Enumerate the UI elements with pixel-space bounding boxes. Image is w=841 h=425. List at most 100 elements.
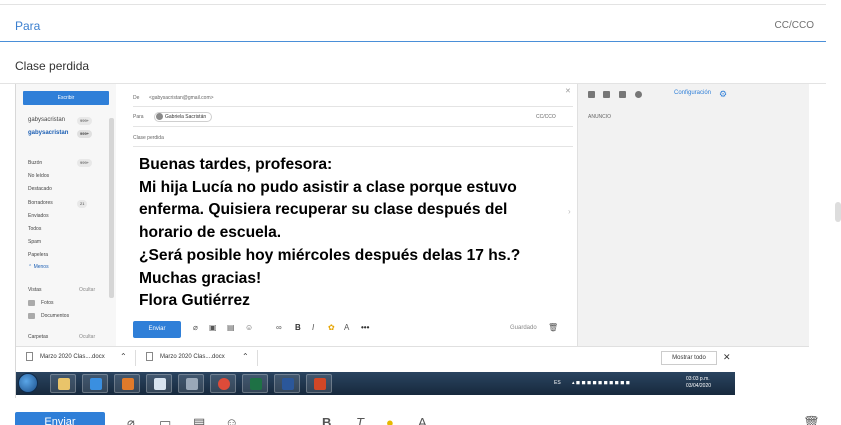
image-icon[interactable]: ▭: [159, 415, 171, 425]
body-line: horario de escuela.: [139, 224, 282, 242]
folder-count: 21: [77, 200, 88, 208]
help-icon: [635, 91, 642, 98]
taskbar: ES ▴ ◼ ◼ ◼ ◼ ◼ ◼ ◼ ◼ ◼ ◼ 03:03 p.m. 03/0…: [16, 372, 735, 395]
subject-label: Clase perdida: [133, 135, 164, 141]
compose-window: Para CC/CCO Clase perdida Escribir gabys…: [0, 0, 841, 425]
notepad-icon: [146, 374, 172, 393]
chevron-up-icon: ⌃: [120, 352, 127, 361]
trash-icon[interactable]: 🗑: [803, 415, 820, 425]
font-size-icon[interactable]: A: [418, 415, 427, 425]
outer-scrollbar[interactable]: [835, 202, 841, 222]
calendar-icon: [603, 91, 610, 98]
account-name: gabysacristan: [28, 117, 66, 123]
write-button: Escribir: [23, 91, 109, 105]
emoji-icon[interactable]: ☺: [225, 415, 238, 425]
cc-bcc-toggle[interactable]: CC/CCO: [775, 20, 814, 31]
chevron-right-icon: ›: [568, 207, 571, 216]
ie-icon: [82, 374, 108, 393]
documents-icon: [28, 313, 35, 319]
top-divider: [0, 4, 826, 5]
emoji-icon: ☺: [245, 323, 254, 332]
clock: 03:03 p.m. 03/04/2020: [686, 376, 711, 390]
folder-sent: Enviados: [28, 213, 49, 219]
clock-time: 03:03 p.m.: [686, 376, 710, 382]
recipient-name: Gabriela Sacristán: [165, 114, 207, 120]
to-label: Para: [15, 19, 41, 33]
color-icon: ✿: [328, 323, 335, 332]
folders-label: Carpetas: [28, 334, 49, 340]
message-body: Buenas tardes, profesora: Mi hija Lucía …: [139, 154, 579, 313]
document-icon: [146, 352, 153, 361]
body-line: Flora Gutiérrez: [139, 292, 250, 310]
drive-icon[interactable]: ▤: [193, 415, 205, 425]
close-icon: ✕: [723, 352, 731, 362]
recipient-chip: Gabriela Sacristán: [154, 112, 213, 122]
divider: [133, 126, 573, 127]
download-item: Marzo 2020 Clas....docx: [40, 354, 105, 360]
subject-text: Clase perdida: [15, 59, 90, 73]
avatar: [156, 113, 163, 120]
folder-drafts: Borradores: [28, 200, 53, 206]
account-count: 999+: [77, 117, 93, 125]
language-indicator: ES: [554, 380, 561, 386]
divider: [133, 106, 573, 107]
saved-status: Guardado: [510, 325, 537, 331]
link-icon: ∞: [276, 323, 282, 332]
send-button[interactable]: Enviar: [15, 412, 105, 425]
color-icon[interactable]: ●: [386, 415, 394, 425]
grid-icon: [588, 91, 595, 98]
divider: [133, 146, 573, 147]
chevron-up-icon: ⌃: [242, 352, 249, 361]
calculator-icon: [178, 374, 204, 393]
attach-icon: ⌀: [193, 323, 198, 332]
folder-unread: No leídos: [28, 173, 50, 179]
document-icon: [26, 352, 33, 361]
body-line: ¿Será posible hoy miércoles después dela…: [139, 246, 521, 264]
from-value: <gabysacristan@gmail.com>: [149, 95, 214, 101]
account-name: gabysacristan: [28, 130, 69, 136]
clock-date: 03/04/2020: [686, 383, 712, 389]
download-item: Marzo 2020 Clas....docx: [160, 354, 225, 360]
notes-icon: [619, 91, 626, 98]
folder-count: 999+: [77, 159, 93, 167]
subject-field[interactable]: Clase perdida: [0, 58, 826, 84]
italic-icon: I: [312, 323, 315, 332]
bold-icon[interactable]: B: [322, 415, 331, 425]
view-documents: Documentos: [41, 313, 70, 319]
attach-icon[interactable]: ⌀: [127, 415, 135, 425]
powerpoint-icon: [306, 374, 332, 393]
views-hide: Ocultar: [79, 287, 96, 293]
excel-icon: [242, 374, 268, 393]
media-icon: [114, 374, 140, 393]
folder-starred: Destacado: [28, 186, 52, 192]
folder-less: ⌃ Menos: [28, 264, 49, 270]
photos-icon: [28, 300, 35, 306]
font-size-icon: A: [344, 323, 350, 332]
folder-trash: Papelera: [28, 252, 49, 258]
inner-send-button: Enviar: [133, 321, 181, 338]
gear-icon: ⚙: [719, 89, 728, 99]
cc-label: CC/CCO: [536, 114, 556, 120]
sidebar-scrollbar: [109, 118, 114, 298]
divider: [135, 350, 136, 366]
word-icon: [274, 374, 300, 393]
right-pane: Configuración ⚙ ANUNCIO: [577, 84, 809, 346]
embedded-screenshot[interactable]: Escribir gabysacristan 999+ gabysacrista…: [15, 84, 809, 398]
folders-hide: Ocultar: [79, 334, 96, 340]
italic-icon[interactable]: T: [356, 415, 364, 425]
trash-icon: 🗑: [548, 323, 559, 332]
divider: [257, 350, 258, 366]
downloads-bar: Marzo 2020 Clas....docx ⌃ Marzo 2020 Cla…: [16, 346, 809, 368]
mail-sidebar: Escribir gabysacristan 999+ gabysacrista…: [16, 84, 116, 346]
views-label: Vistas: [28, 287, 42, 293]
folder-inbox: Buzón: [28, 160, 43, 166]
more-icon: •••: [361, 323, 370, 332]
account-count: 999+: [77, 130, 93, 138]
explorer-icon: [50, 374, 76, 393]
bold-icon: B: [295, 323, 301, 332]
folder-all: Todos: [28, 226, 42, 232]
close-icon: ✕: [565, 88, 571, 95]
to-label: Para: [133, 114, 144, 120]
to-field[interactable]: Para CC/CCO: [0, 8, 826, 42]
tray-icons: ▴ ◼ ◼ ◼ ◼ ◼ ◼ ◼ ◼ ◼ ◼: [572, 380, 630, 386]
